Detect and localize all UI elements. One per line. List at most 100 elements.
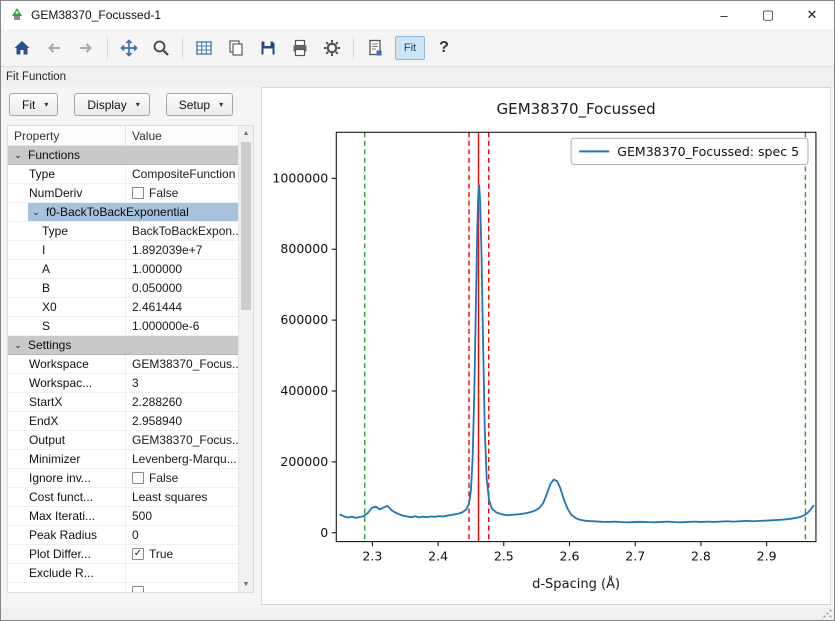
chevron-down-icon: ▾ bbox=[136, 100, 140, 109]
chevron-down-icon[interactable]: ⌄ bbox=[13, 340, 23, 351]
value-text: Levenberg-Marqu... bbox=[132, 452, 237, 466]
table-row[interactable]: StartX2.288260 bbox=[8, 393, 238, 412]
table-row[interactable]: Max Iterati...500 bbox=[8, 507, 238, 526]
value-text: 0.050000 bbox=[132, 281, 182, 295]
table-row[interactable]: Cost funct...Least squares bbox=[8, 488, 238, 507]
property-value[interactable]: GEM38370_Focus... bbox=[126, 355, 238, 373]
value-text: BackToBackExpon... bbox=[132, 224, 238, 238]
value-text: 1.000000e-6 bbox=[132, 319, 199, 333]
property-value[interactable]: 1.892039e+7 bbox=[126, 241, 238, 259]
checkbox[interactable] bbox=[132, 586, 144, 593]
property-name: EndX bbox=[8, 412, 126, 430]
table-row[interactable]: Peak Radius0 bbox=[8, 526, 238, 545]
titlebar: GEM38370_Focussed-1 – ▢ ✕ bbox=[1, 1, 834, 29]
zoom-button[interactable] bbox=[146, 33, 176, 63]
x-tick-label: 2.7 bbox=[625, 549, 645, 564]
property-value[interactable]: GEM38370_Focus... bbox=[126, 431, 238, 449]
selected-function[interactable]: ⌄f0-BackToBackExponential bbox=[28, 203, 238, 221]
property-value[interactable]: Levenberg-Marqu... bbox=[126, 450, 238, 468]
table-row[interactable]: Exclude R... bbox=[8, 564, 238, 583]
section-label: Settings bbox=[28, 338, 71, 352]
value-text: 1.892039e+7 bbox=[132, 243, 202, 257]
checkbox[interactable] bbox=[132, 472, 144, 484]
property-value[interactable]: False bbox=[126, 469, 238, 487]
chevron-down-icon[interactable]: ⌄ bbox=[13, 150, 23, 161]
scroll-down-icon[interactable]: ▼ bbox=[239, 577, 253, 592]
table-row[interactable]: Workspac...3 bbox=[8, 374, 238, 393]
property-value[interactable]: CompositeFunction bbox=[126, 165, 238, 183]
print-button[interactable] bbox=[285, 33, 315, 63]
fit-toggle-button[interactable]: Fit bbox=[395, 36, 425, 60]
section-row[interactable]: ⌄ Settings bbox=[8, 336, 238, 355]
property-name: StartX bbox=[8, 393, 126, 411]
property-column-header: Property bbox=[8, 126, 126, 145]
customize-button[interactable] bbox=[317, 33, 347, 63]
property-value[interactable]: 2.461444 bbox=[126, 298, 238, 316]
table-row[interactable]: Ignore inv...False bbox=[8, 469, 238, 488]
table-row[interactable]: EndX 2.958940 bbox=[8, 412, 238, 431]
forward-button[interactable] bbox=[71, 33, 101, 63]
property-value[interactable]: 0 bbox=[126, 526, 238, 544]
x-tick-label: 2.3 bbox=[362, 549, 382, 564]
table-row[interactable]: TypeCompositeFunction bbox=[8, 165, 238, 184]
section-row[interactable]: ⌄Functions bbox=[8, 146, 238, 165]
x-axis-label: d-Spacing (Å) bbox=[532, 576, 620, 592]
scrollbar-thumb[interactable] bbox=[241, 142, 251, 310]
help-button[interactable]: ? bbox=[430, 33, 458, 63]
vertical-scrollbar[interactable]: ▲ ▼ bbox=[238, 126, 253, 592]
home-button[interactable] bbox=[7, 33, 37, 63]
chevron-down-icon[interactable]: ⌄ bbox=[31, 207, 41, 218]
close-button[interactable]: ✕ bbox=[790, 1, 834, 29]
property-value[interactable] bbox=[126, 564, 238, 582]
fit-menu-button[interactable]: Fit ▾ bbox=[9, 93, 58, 116]
property-value[interactable]: 2.958940 bbox=[126, 412, 238, 430]
value-text: 1.000000 bbox=[132, 262, 182, 276]
checkbox[interactable] bbox=[132, 187, 144, 199]
checkbox[interactable]: ✓ bbox=[132, 548, 144, 560]
scroll-up-icon[interactable]: ▲ bbox=[239, 126, 253, 141]
property-value[interactable]: ✓True bbox=[126, 545, 238, 563]
value-column-header: Value bbox=[126, 126, 238, 145]
table-row[interactable]: TypeBackToBackExpon... bbox=[8, 222, 238, 241]
table-row[interactable]: S1.000000e-6 bbox=[8, 317, 238, 336]
table-row[interactable] bbox=[8, 583, 238, 593]
property-value[interactable] bbox=[126, 583, 238, 593]
property-value[interactable]: False bbox=[126, 184, 238, 202]
table-row[interactable]: OutputGEM38370_Focus... bbox=[8, 431, 238, 450]
legend[interactable]: GEM38370_Focussed: spec 5 bbox=[571, 138, 808, 164]
pan-button[interactable] bbox=[114, 33, 144, 63]
property-value[interactable]: 500 bbox=[126, 507, 238, 525]
table-row[interactable]: WorkspaceGEM38370_Focus... bbox=[8, 355, 238, 374]
back-button[interactable] bbox=[39, 33, 69, 63]
maximize-button[interactable]: ▢ bbox=[746, 1, 790, 29]
property-value[interactable]: 1.000000e-6 bbox=[126, 317, 238, 335]
copy-button[interactable] bbox=[221, 33, 251, 63]
property-value[interactable]: 2.288260 bbox=[126, 393, 238, 411]
table-row[interactable]: NumDerivFalse bbox=[8, 184, 238, 203]
grid-button[interactable] bbox=[189, 33, 219, 63]
property-value[interactable]: 3 bbox=[126, 374, 238, 392]
table-row[interactable]: I1.892039e+7 bbox=[8, 241, 238, 260]
value-text: 2.958940 bbox=[132, 414, 182, 428]
display-menu-button[interactable]: Display ▾ bbox=[74, 93, 149, 116]
setup-menu-button[interactable]: Setup ▾ bbox=[166, 93, 233, 116]
minimize-button[interactable]: – bbox=[702, 1, 746, 29]
chevron-down-icon: ▾ bbox=[44, 100, 48, 109]
property-name: A bbox=[8, 260, 126, 278]
table-row[interactable]: Plot Differ...✓True bbox=[8, 545, 238, 564]
function-row[interactable]: ⌄f0-BackToBackExponential bbox=[8, 203, 238, 222]
property-value[interactable]: 0.050000 bbox=[126, 279, 238, 297]
y-tick-label: 200000 bbox=[280, 454, 328, 469]
property-value[interactable]: BackToBackExpon... bbox=[126, 222, 238, 240]
script-button[interactable] bbox=[360, 33, 390, 63]
property-value[interactable]: 1.000000 bbox=[126, 260, 238, 278]
table-row[interactable]: MinimizerLevenberg-Marqu... bbox=[8, 450, 238, 469]
table-row[interactable]: B0.050000 bbox=[8, 279, 238, 298]
table-row[interactable]: A 1.000000 bbox=[8, 260, 238, 279]
resize-grip[interactable] bbox=[823, 609, 832, 618]
property-value[interactable]: Least squares bbox=[126, 488, 238, 506]
toolbar-separator bbox=[182, 37, 183, 59]
save-button[interactable] bbox=[253, 33, 283, 63]
table-row[interactable]: X02.461444 bbox=[8, 298, 238, 317]
plot-canvas[interactable]: 2.32.42.52.62.72.82.90200000400000600000… bbox=[262, 88, 830, 604]
